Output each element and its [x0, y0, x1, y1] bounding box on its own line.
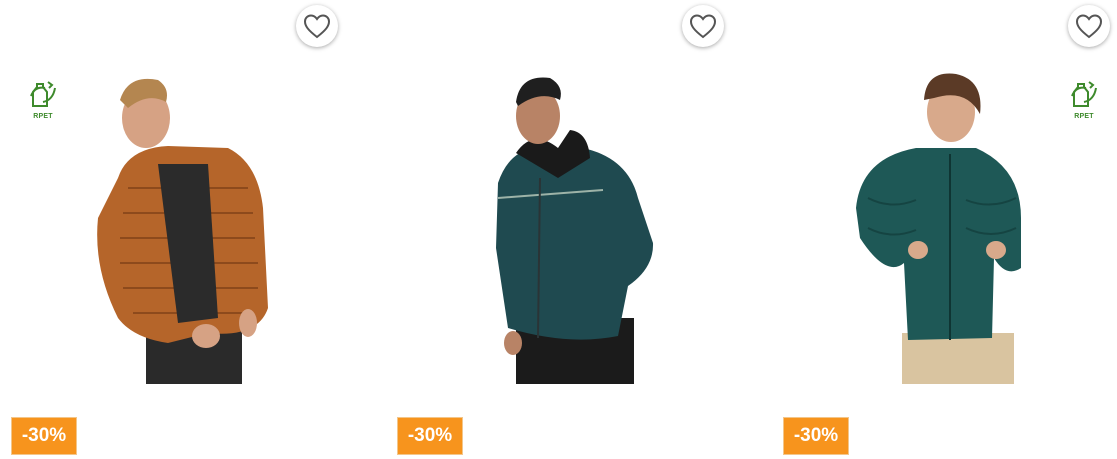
product-card[interactable]: -30% — [386, 0, 758, 459]
eco-badge-label: RPET — [1074, 113, 1094, 120]
eco-badge: RPET — [28, 78, 58, 120]
discount-badge: -30% — [11, 417, 77, 455]
favorite-button[interactable] — [296, 5, 338, 47]
recycle-bottle-icon — [30, 81, 56, 107]
favorite-button[interactable] — [1068, 5, 1110, 47]
eco-badge: RPET — [1069, 78, 1099, 120]
product-card[interactable]: RPET -30% — [0, 0, 372, 459]
eco-badge-label: RPET — [33, 113, 53, 120]
recycle-bottle-icon — [1071, 81, 1097, 107]
product-image[interactable] — [478, 68, 718, 384]
product-image[interactable] — [816, 68, 1056, 384]
discount-badge: -30% — [397, 417, 463, 455]
product-card[interactable]: RPET -30% — [772, 0, 1117, 459]
heart-outline-icon — [303, 14, 331, 39]
heart-outline-icon — [1075, 14, 1103, 39]
discount-badge: -30% — [783, 417, 849, 455]
product-image[interactable] — [58, 68, 298, 384]
heart-outline-icon — [689, 14, 717, 39]
favorite-button[interactable] — [682, 5, 724, 47]
